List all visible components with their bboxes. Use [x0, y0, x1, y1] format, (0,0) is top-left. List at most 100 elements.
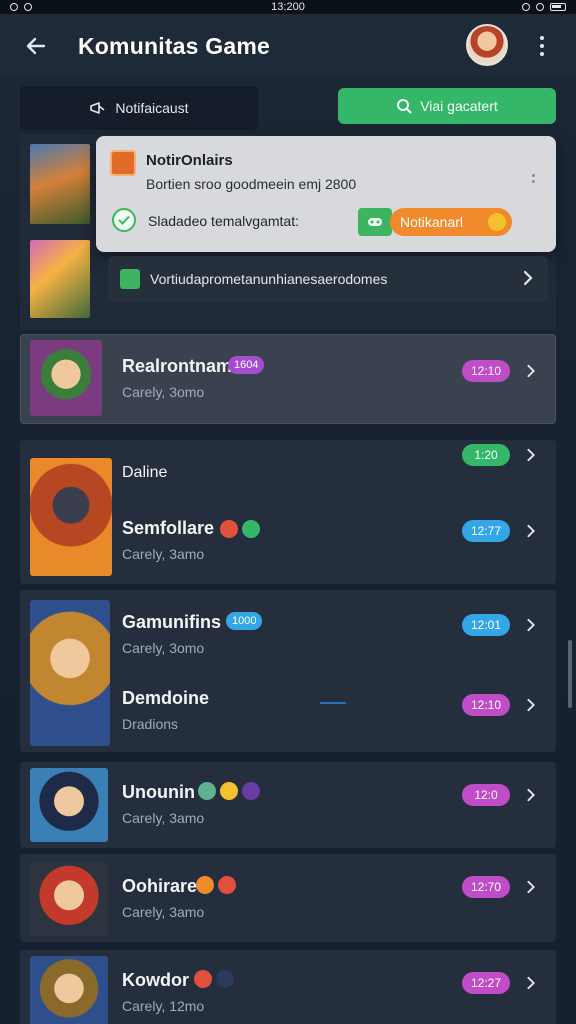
chevron-right-icon — [527, 448, 535, 462]
visit-button-label: Viai gacatert — [420, 98, 498, 114]
action-row: Notifaicaust Viai gacatert — [20, 86, 556, 130]
time-badge: 12:70 — [462, 876, 510, 898]
list-item-group: Daline 1:20 Semfollare Carely, 3amo 12:7… — [20, 440, 556, 584]
signal-icon — [522, 3, 530, 11]
time-badge: 12:10 — [462, 360, 510, 382]
player-avatar — [30, 458, 112, 576]
chevron-right-icon — [527, 698, 535, 712]
status-time: 13:200 — [271, 1, 305, 13]
game-controller-icon[interactable] — [358, 208, 392, 236]
status-bar: 13:200 — [0, 0, 576, 14]
chevron-right-icon — [527, 880, 535, 894]
list-item[interactable]: Oohirare Carely, 3amo 12:70 — [20, 854, 556, 942]
chevron-right-icon — [527, 618, 535, 632]
info-bar-label: Vortiudaprometanunhianesaerodomes — [150, 271, 388, 287]
more-dot-icon — [531, 180, 535, 183]
notifications-tab[interactable]: Notifaicaust — [20, 86, 258, 130]
arrow-left-icon — [26, 37, 46, 55]
item-name[interactable]: Demdoine — [122, 688, 209, 709]
page-title: Komunitas Game — [78, 32, 270, 59]
chevron-right-icon — [527, 788, 535, 802]
list-item[interactable]: Unounin Carely, 3amo 12:0 — [20, 762, 556, 848]
item-subtitle: Carely, 12mo — [122, 998, 205, 1014]
time-badge: 12:0 — [462, 784, 510, 806]
player-avatar — [30, 862, 108, 936]
status-right — [522, 3, 566, 11]
check-circle-icon — [112, 208, 136, 232]
notifications-tab-label: Notifaicaust — [115, 100, 189, 116]
more-dot-icon — [540, 36, 544, 40]
player-avatar — [30, 340, 102, 416]
divider-accent — [320, 702, 346, 704]
list-item-group: Gamunifins 1000 Carely, 3omo 12:01 Demdo… — [20, 590, 556, 752]
time-badge: 1:20 — [462, 444, 510, 466]
app-status-icon — [24, 3, 32, 11]
item-subtitle: Carely, 3amo — [122, 810, 205, 826]
emoji-icon — [488, 213, 506, 231]
more-dot-icon — [540, 52, 544, 56]
smile-emoji-icon — [220, 782, 238, 800]
popup-subtitle: Bortien sroo goodmeein emj 2800 — [146, 176, 357, 192]
item-subtitle: Carely, 3amo — [122, 904, 205, 920]
item-name: Realrontnam: — [122, 356, 239, 376]
more-dot-icon — [540, 44, 544, 48]
green-square-icon — [120, 269, 140, 289]
popup-action-label: Notikanarl — [400, 214, 464, 230]
angry-emoji-icon — [196, 876, 214, 894]
time-badge: 12:01 — [462, 614, 510, 636]
chevron-right-icon — [527, 364, 535, 378]
megaphone-icon — [90, 102, 105, 114]
popup-action-button[interactable]: Notikanarl — [390, 208, 512, 236]
more-dot-icon — [531, 174, 535, 177]
scrollbar[interactable] — [568, 640, 572, 708]
chevron-right-icon — [523, 270, 533, 286]
item-pill: 1000 — [226, 612, 263, 630]
list-item[interactable]: Realrontnam: 1604 Carely, 3omo 12:10 — [20, 334, 556, 424]
search-icon — [397, 99, 412, 114]
app-icon — [110, 150, 136, 176]
popup-status-line: Sladadeo temalvgamtat: — [148, 213, 299, 229]
time-badge: 12:10 — [462, 694, 510, 716]
check-emoji-icon — [242, 520, 260, 538]
purple-emoji-icon — [242, 782, 260, 800]
status-left — [10, 3, 32, 11]
item-name: Unounin — [122, 782, 195, 802]
popup-title: NotirOnlairs — [146, 152, 233, 169]
face-emoji-icon — [198, 782, 216, 800]
item-name: Oohirare — [122, 876, 198, 896]
player-avatar — [30, 768, 108, 842]
badge-emoji-icon — [216, 970, 234, 988]
game-thumbnail[interactable] — [30, 144, 90, 224]
visit-button[interactable]: Viai gacatert — [338, 88, 556, 124]
item-name[interactable]: Daline — [122, 464, 167, 482]
time-badge: 12:77 — [462, 520, 510, 542]
wifi-icon — [536, 3, 544, 11]
item-pill: 1604 — [228, 356, 265, 374]
battery-icon — [550, 3, 566, 11]
info-bar[interactable]: Vortiudaprometanunhianesaerodomes — [108, 256, 548, 302]
more-options-button[interactable] — [528, 32, 556, 60]
item-name: Kowdor — [122, 970, 189, 990]
item-name[interactable]: Semfollare — [122, 518, 214, 539]
game-thumbnail[interactable] — [30, 240, 90, 318]
flame-emoji-icon — [220, 520, 238, 538]
item-name[interactable]: Gamunifins — [122, 612, 221, 633]
time-badge: 12:27 — [462, 972, 510, 994]
alert-emoji-icon — [218, 876, 236, 894]
notification-popup: NotirOnlairs Bortien sroo goodmeein emj … — [96, 136, 556, 252]
chevron-right-icon — [527, 976, 535, 990]
notification-icon — [10, 3, 18, 11]
chevron-right-icon — [527, 524, 535, 538]
profile-avatar[interactable] — [466, 24, 508, 66]
player-avatar — [30, 600, 110, 746]
back-button[interactable] — [18, 28, 54, 64]
item-subtitle: Carely, 3amo — [122, 546, 205, 562]
item-subtitle: Carely, 3omo — [122, 640, 205, 656]
list-item[interactable]: Kowdor Carely, 12mo 12:27 — [20, 950, 556, 1024]
popup-more-button[interactable] — [530, 174, 536, 188]
item-subtitle: Carely, 3omo — [122, 384, 205, 400]
angry-emoji-icon — [194, 970, 212, 988]
player-avatar — [30, 956, 108, 1024]
app-header: Komunitas Game — [0, 14, 576, 78]
item-subtitle: Dradions — [122, 716, 179, 732]
